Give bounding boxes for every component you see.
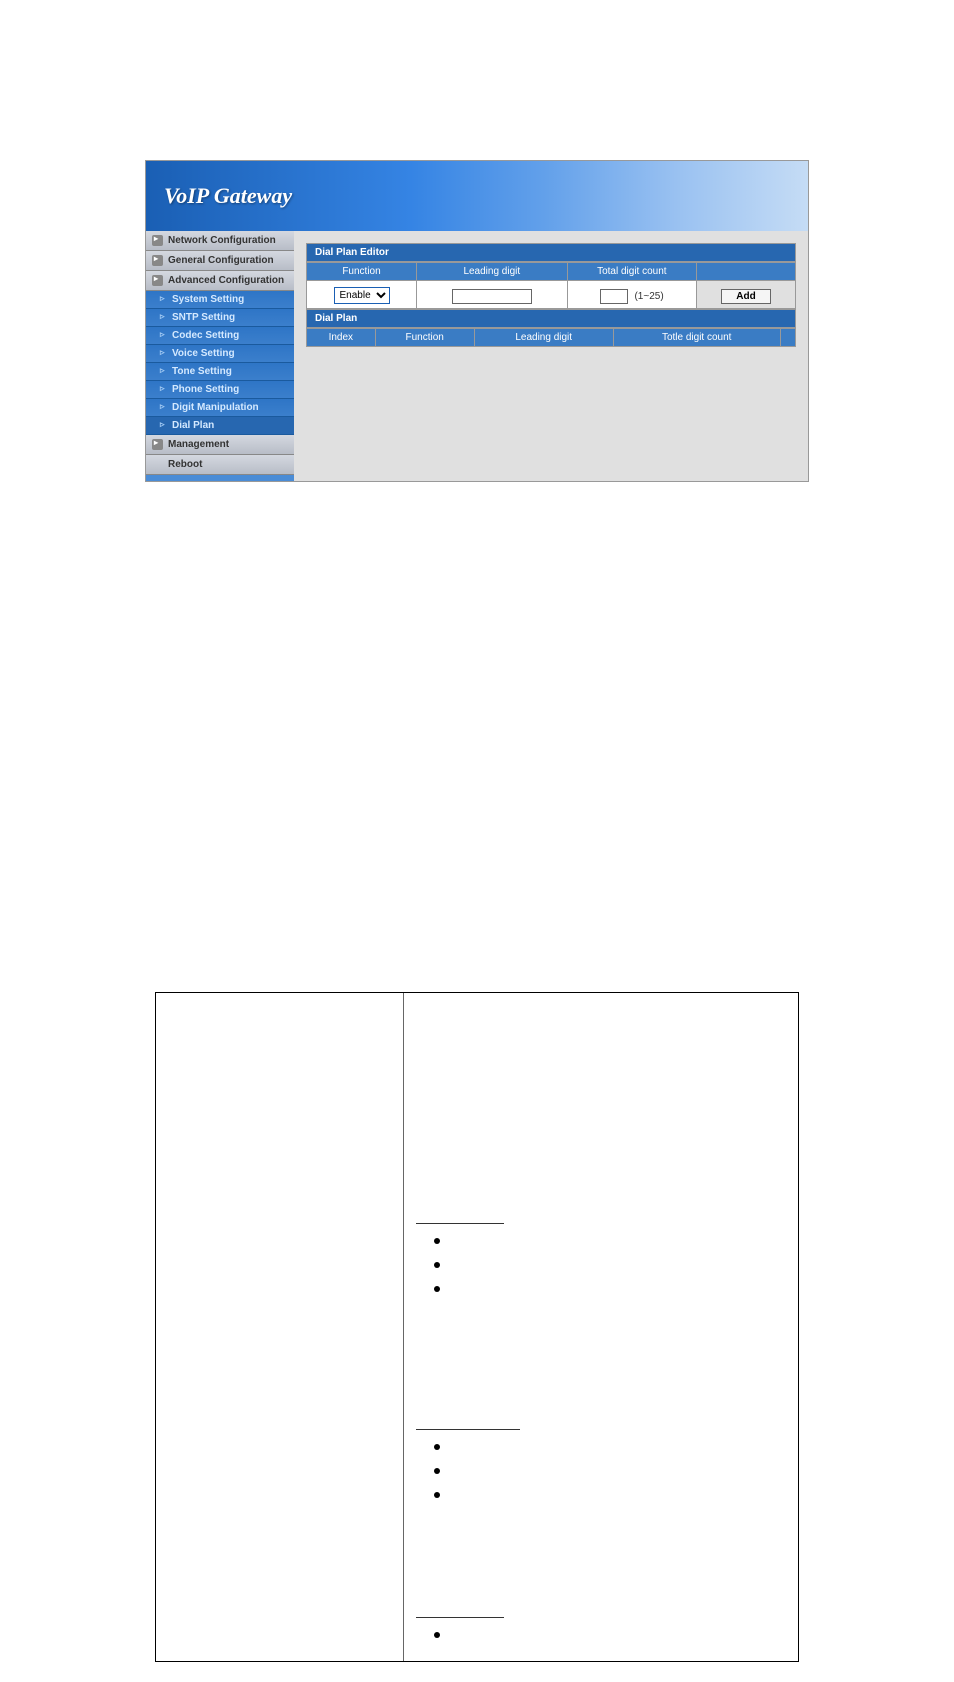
sidebar-item-management[interactable]: Management [146, 435, 294, 455]
add-button[interactable]: Add [721, 289, 770, 304]
col-function: Function [307, 263, 417, 281]
main-content: Dial Plan Editor Function Leading digit … [294, 231, 808, 481]
bullet-icon [434, 1262, 440, 1268]
bullet-icon [434, 1286, 440, 1292]
sidebar-item-dial-plan[interactable]: Dial Plan [146, 417, 294, 435]
sidebar-item-system-setting[interactable]: System Setting [146, 291, 294, 309]
sidebar-item-digit-manipulation[interactable]: Digit Manipulation [146, 399, 294, 417]
sidebar-item-advanced-configuration[interactable]: Advanced Configuration [146, 271, 294, 291]
col-function-list: Function [375, 329, 474, 347]
bullet-icon [434, 1492, 440, 1498]
logo: VoIP Gateway [164, 183, 292, 209]
bullet-icon [434, 1632, 440, 1638]
underline-divider [416, 1617, 504, 1618]
sidebar-item-network-configuration[interactable]: Network Configuration [146, 231, 294, 251]
underline-divider [416, 1223, 504, 1224]
col-leading-list: Leading digit [474, 329, 613, 347]
col-action [697, 263, 796, 281]
editor-panel-title: Dial Plan Editor [306, 243, 796, 262]
sidebar-item-phone-setting[interactable]: Phone Setting [146, 381, 294, 399]
bullet-icon [434, 1444, 440, 1450]
total-digit-count-input[interactable] [600, 289, 628, 304]
function-select[interactable]: Enable [334, 287, 390, 304]
sidebar-item-tone-setting[interactable]: Tone Setting [146, 363, 294, 381]
bullet-icon [434, 1468, 440, 1474]
sidebar-item-general-configuration[interactable]: General Configuration [146, 251, 294, 271]
dial-plan-editor-table: Function Leading digit Total digit count… [306, 262, 796, 309]
bullet-icon [434, 1238, 440, 1244]
count-range-hint: (1~25) [634, 291, 663, 302]
underline-divider [416, 1429, 520, 1430]
col-total-list: Totle digit count [613, 329, 780, 347]
sidebar-item-codec-setting[interactable]: Codec Setting [146, 327, 294, 345]
list-panel-title: Dial Plan [306, 309, 796, 328]
leading-digit-input[interactable] [452, 289, 532, 304]
sidebar: Network Configuration General Configurat… [146, 231, 294, 481]
col-index: Index [307, 329, 376, 347]
dial-plan-list-table: Index Function Leading digit Totle digit… [306, 328, 796, 347]
description-table [155, 992, 799, 1662]
app-header: VoIP Gateway [146, 161, 808, 231]
sidebar-item-voice-setting[interactable]: Voice Setting [146, 345, 294, 363]
sidebar-item-reboot[interactable]: Reboot [146, 455, 294, 475]
sidebar-item-sntp-setting[interactable]: SNTP Setting [146, 309, 294, 327]
col-action-list [780, 329, 795, 347]
col-total-digit-count: Total digit count [567, 263, 696, 281]
col-leading-digit: Leading digit [417, 263, 568, 281]
